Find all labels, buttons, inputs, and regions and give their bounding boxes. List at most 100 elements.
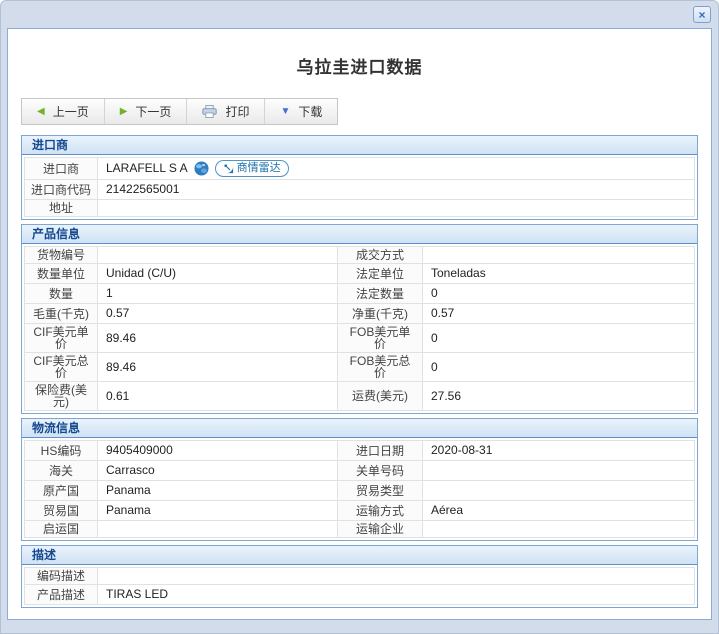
field-value: 0 [423,284,695,304]
field-label: 地址 [25,200,98,217]
field-label: FOB美元单价 [338,324,423,353]
field-label: 保险费(美元) [25,382,98,411]
field-label: 海关 [25,461,98,481]
field-label: 贸易类型 [338,481,423,501]
product-info-section-header: 产品信息 [22,225,697,244]
field-label: 运输企业 [338,521,423,538]
field-value: 1 [98,284,338,304]
field-label: 毛重(千克) [25,304,98,324]
field-label: CIF美元总价 [25,353,98,382]
field-value [423,481,695,501]
table-row: 保险费(美元) 0.61 运费(美元) 27.56 [25,382,695,411]
field-value: Carrasco [98,461,338,481]
page-title: 乌拉圭进口数据 [8,53,711,78]
field-value [98,568,695,585]
field-value: 27.56 [423,382,695,411]
table-row: 毛重(千克) 0.57 净重(千克) 0.57 [25,304,695,324]
field-label: 法定数量 [338,284,423,304]
field-label: 进口商 [25,158,98,180]
table-row: HS编码 9405409000 进口日期 2020-08-31 [25,441,695,461]
field-value: 21422565001 [98,180,695,200]
field-label: 货物编号 [25,247,98,264]
importer-section: 进口商 进口商 LARAFELL S A [21,135,698,220]
field-label: 净重(千克) [338,304,423,324]
field-label: 法定单位 [338,264,423,284]
next-page-button[interactable]: ▶ 下一页 [105,99,188,124]
prev-page-button[interactable]: ◀ 上一页 [22,99,105,124]
table-row: 启运国 运输企业 [25,521,695,538]
field-value: 89.46 [98,353,338,382]
field-value: Unidad (C/U) [98,264,338,284]
description-section: 描述 编码描述 产品描述 TIRAS LED [21,545,698,608]
field-value: Aérea [423,501,695,521]
table-row: 产品描述 TIRAS LED [25,585,695,605]
detail-content: 进口商 进口商 LARAFELL S A [21,135,698,608]
field-value: 2020-08-31 [423,441,695,461]
toolbar: ◀ 上一页 ▶ 下一页 打印 ▼ 下载 [21,98,338,125]
arrow-left-icon: ◀ [37,107,45,117]
field-value: 0.57 [423,304,695,324]
table-row: CIF美元单价 89.46 FOB美元单价 0 [25,324,695,353]
field-value: Panama [98,481,338,501]
next-page-label: 下一页 [135,103,171,120]
table-row: 数量单位 Unidad (C/U) 法定单位 Toneladas [25,264,695,284]
importer-section-header: 进口商 [22,136,697,155]
field-label: 进口日期 [338,441,423,461]
field-label: 运输方式 [338,501,423,521]
field-label: 产品描述 [25,585,98,605]
globe-icon[interactable] [194,161,209,176]
description-section-header: 描述 [22,546,697,565]
logistics-info-section-header: 物流信息 [22,419,697,438]
field-label: 贸易国 [25,501,98,521]
table-row: 海关 Carrasco 关单号码 [25,461,695,481]
field-label: 启运国 [25,521,98,538]
table-row: 原产国 Panama 贸易类型 [25,481,695,501]
field-value: TIRAS LED [98,585,695,605]
field-value [98,247,338,264]
close-icon: × [698,8,705,22]
field-label: 数量单位 [25,264,98,284]
radar-icon [223,163,234,174]
field-value: LARAFELL S A [98,158,695,180]
table-row: CIF美元总价 89.46 FOB美元总价 0 [25,353,695,382]
import-data-window: × 乌拉圭进口数据 ◀ 上一页 ▶ 下一页 打印 [0,0,719,634]
download-button[interactable]: ▼ 下载 [265,99,337,124]
close-button[interactable]: × [693,6,711,23]
print-button[interactable]: 打印 [187,99,265,124]
print-label: 打印 [225,103,249,120]
field-value: 89.46 [98,324,338,353]
field-value [98,521,338,538]
importer-name: LARAFELL S A [106,161,188,176]
field-label: 数量 [25,284,98,304]
business-radar-label: 商情雷达 [237,162,281,175]
field-label: HS编码 [25,441,98,461]
prev-page-label: 上一页 [53,103,89,120]
field-label: CIF美元单价 [25,324,98,353]
table-row: 贸易国 Panama 运输方式 Aérea [25,501,695,521]
field-value [423,461,695,481]
field-value: 0.57 [98,304,338,324]
table-row: 货物编号 成交方式 [25,247,695,264]
field-value: 0 [423,324,695,353]
table-row: 进口商 LARAFELL S A [25,158,695,180]
table-row: 数量 1 法定数量 0 [25,284,695,304]
field-value: Panama [98,501,338,521]
field-value: 9405409000 [98,441,338,461]
field-label: 编码描述 [25,568,98,585]
field-label: 原产国 [25,481,98,501]
window-body: 乌拉圭进口数据 ◀ 上一页 ▶ 下一页 打印 [7,28,712,620]
field-label: 成交方式 [338,247,423,264]
field-value: 0 [423,353,695,382]
printer-icon [202,105,217,118]
download-label: 下载 [298,103,322,120]
table-row: 编码描述 [25,568,695,585]
arrow-down-icon: ▼ [280,107,290,117]
field-value [423,521,695,538]
arrow-right-icon: ▶ [120,107,128,117]
field-value [423,247,695,264]
table-row: 进口商代码 21422565001 [25,180,695,200]
field-label: 运费(美元) [338,382,423,411]
field-label: FOB美元总价 [338,353,423,382]
field-value: Toneladas [423,264,695,284]
business-radar-badge[interactable]: 商情雷达 [215,160,289,177]
